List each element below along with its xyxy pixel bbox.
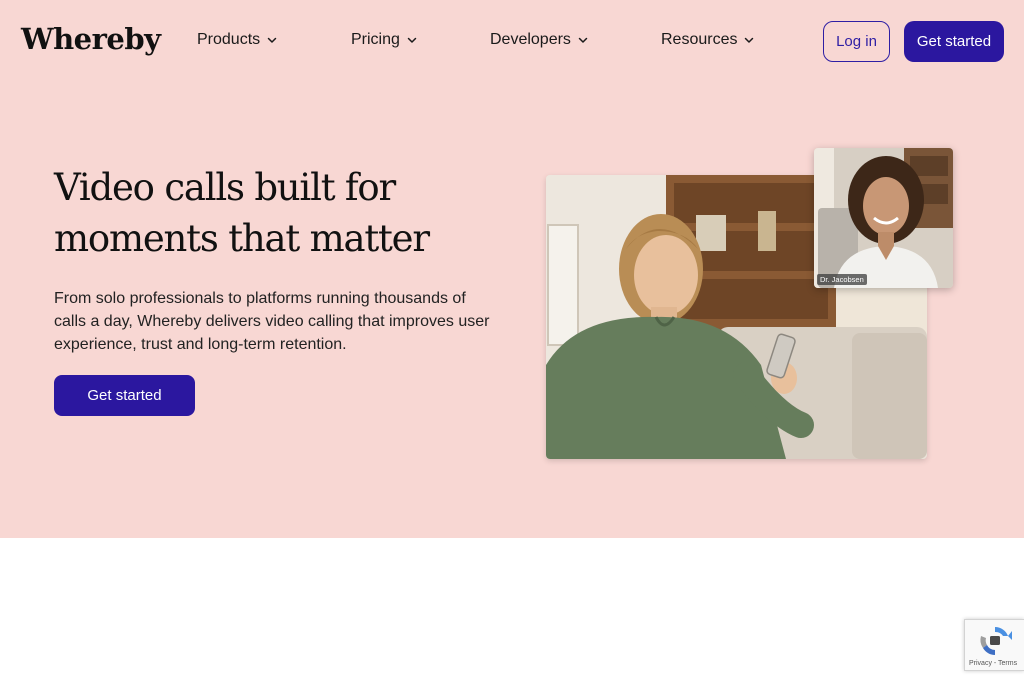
nav-products-label: Products — [197, 31, 261, 48]
whereby-logo[interactable]: Whereby — [21, 22, 161, 56]
hero-headline: Video calls built for moments that matte… — [54, 166, 430, 260]
nav-resources[interactable]: Resources — [661, 31, 755, 49]
hero-section: Whereby Products Pricing Developers Reso… — [0, 0, 1024, 538]
recaptcha-links[interactable]: Privacy - Terms — [969, 660, 1017, 667]
login-button[interactable]: Log in — [823, 21, 890, 62]
hero-get-started-button[interactable]: Get started — [54, 375, 195, 416]
doctor-portrait-illustration — [814, 148, 953, 288]
recaptcha-badge[interactable]: Privacy - Terms — [964, 619, 1024, 671]
nav-developers-label: Developers — [490, 31, 571, 48]
chevron-down-icon — [267, 37, 277, 43]
nav-pricing-label: Pricing — [351, 31, 400, 48]
chevron-down-icon — [578, 37, 588, 43]
recaptcha-icon — [980, 627, 1012, 655]
chevron-down-icon — [407, 37, 417, 43]
nav-developers[interactable]: Developers — [490, 31, 589, 49]
hero-subtext: From solo professionals to platforms run… — [54, 290, 490, 353]
pip-name-label: Dr. Jacobsen — [817, 274, 867, 285]
pip-video-tile: Dr. Jacobsen — [814, 148, 953, 288]
chevron-down-icon — [745, 37, 754, 43]
nav-products[interactable]: Products — [197, 31, 278, 49]
nav-pricing[interactable]: Pricing — [351, 31, 418, 49]
nav-resources-label: Resources — [661, 31, 738, 48]
nav-get-started-button[interactable]: Get started — [904, 21, 1004, 62]
